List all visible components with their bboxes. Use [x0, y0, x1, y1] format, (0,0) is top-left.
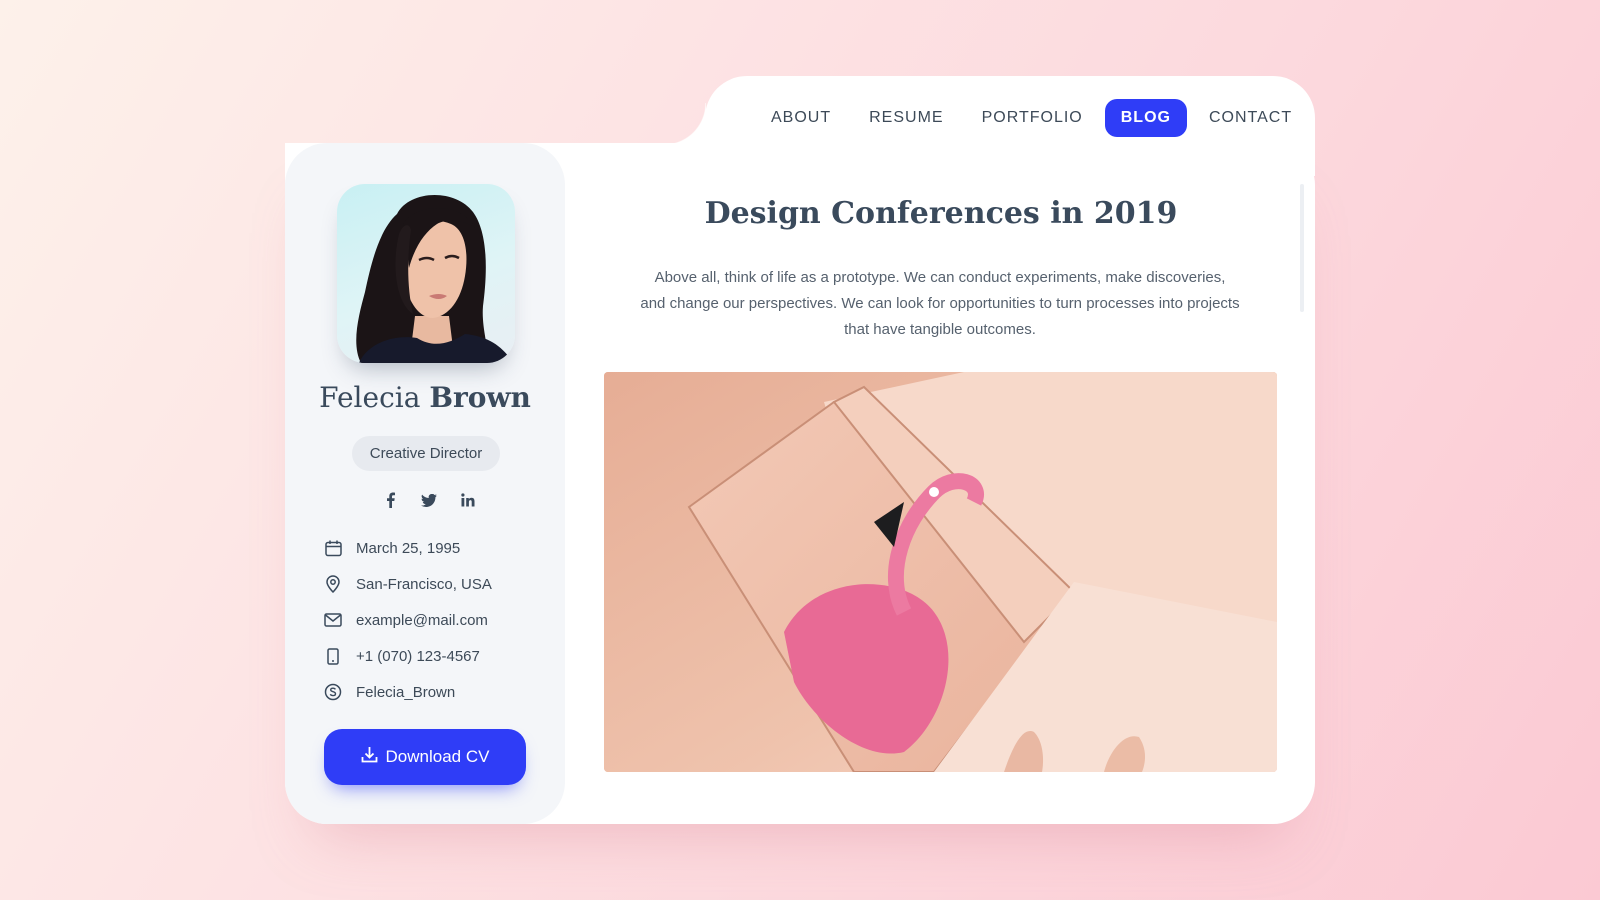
info-item-birthday: March 25, 1995: [324, 530, 554, 566]
twitter-icon[interactable]: [418, 490, 440, 510]
nav-item-portfolio[interactable]: PORTFOLIO: [966, 99, 1099, 137]
phone-icon: [324, 647, 342, 665]
info-item-email: example@mail.com: [324, 602, 554, 638]
location-pin-icon: [324, 575, 342, 593]
info-text: March 25, 1995: [356, 539, 461, 557]
info-text: example@mail.com: [356, 611, 488, 629]
post-image: [604, 372, 1277, 772]
first-name: Felecia: [319, 381, 421, 414]
info-item-location: San-Francisco, USA: [324, 566, 554, 602]
info-text: Felecia_Brown: [356, 683, 456, 701]
profile-name: Felecia Brown: [285, 381, 565, 414]
skype-icon: [324, 683, 342, 701]
download-cv-button[interactable]: Download CV: [324, 729, 526, 785]
linkedin-icon[interactable]: [457, 490, 479, 510]
post-excerpt: Above all, think of life as a prototype.…: [640, 269, 1240, 338]
last-name: Brown: [429, 381, 531, 414]
info-text: San-Francisco, USA: [356, 575, 492, 593]
info-item-skype: Felecia_Brown: [324, 674, 554, 710]
envelope-icon: [324, 611, 342, 629]
nav-item-contact[interactable]: CONTACT: [1193, 99, 1308, 137]
download-icon: [361, 746, 378, 768]
post-title: Design Conferences in 2019: [704, 196, 1178, 231]
avatar: [337, 184, 515, 363]
contact-info-list: March 25, 1995 San-Francisco, USA exampl…: [324, 530, 554, 710]
social-links: [379, 490, 479, 510]
role-badge: Creative Director: [352, 436, 500, 471]
page-background: Felecia Brown Creative Director March 25…: [0, 0, 1600, 900]
info-item-phone: +1 (070) 123-4567: [324, 638, 554, 674]
nav-card-notch: [664, 103, 706, 144]
nav-item-about[interactable]: ABOUT: [755, 99, 847, 137]
calendar-icon: [324, 539, 342, 557]
facebook-icon[interactable]: [379, 490, 401, 510]
download-cv-label: Download CV: [385, 747, 490, 766]
main-nav: ABOUT RESUME PORTFOLIO BLOG CONTACT: [755, 99, 1314, 137]
nav-item-resume[interactable]: RESUME: [853, 99, 959, 137]
content-scrollbar[interactable]: [1300, 184, 1304, 312]
nav-item-blog[interactable]: BLOG: [1104, 99, 1187, 137]
info-text: +1 (070) 123-4567: [356, 647, 480, 665]
